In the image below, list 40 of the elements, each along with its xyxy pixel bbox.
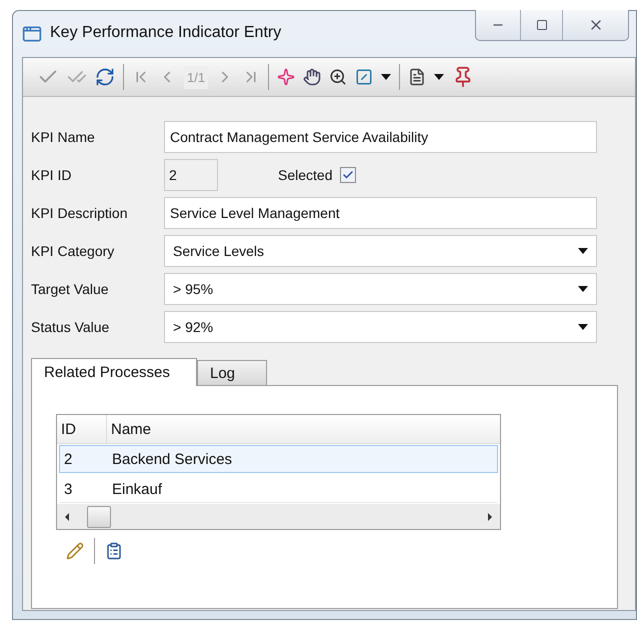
- dropdown-field[interactable]: Service Levels: [164, 235, 597, 267]
- hand-icon[interactable]: [303, 68, 322, 86]
- field-label: KPI ID: [31, 167, 72, 183]
- field-label: Status Value: [31, 319, 110, 335]
- field-label: KPI Name: [31, 129, 96, 145]
- pencil-icon[interactable]: [66, 542, 84, 560]
- field-label: KPI Category: [31, 243, 116, 259]
- window-icon: [22, 24, 42, 44]
- dropdown-field[interactable]: > 95%: [164, 273, 597, 305]
- column-header[interactable]: Name: [107, 420, 487, 438]
- horizontal-scrollbar[interactable]: [57, 504, 500, 529]
- maximize-icon: [536, 19, 548, 31]
- table-cell-text: 2: [63, 450, 74, 468]
- refresh-icon[interactable]: [95, 67, 115, 87]
- text-field[interactable]: Service Level Management: [164, 197, 597, 229]
- column-header[interactable]: ID: [57, 415, 107, 443]
- field-label: Target Value: [31, 281, 110, 297]
- field-label: KPI Description: [31, 205, 128, 221]
- document-icon[interactable]: [408, 68, 426, 86]
- table-row[interactable]: 2 Backend Services: [59, 445, 498, 473]
- text-field[interactable]: Contract Management Service Availability: [164, 121, 597, 153]
- window-title: Key Performance Indicator Entry: [50, 24, 282, 42]
- box-icon[interactable]: [355, 68, 374, 86]
- sparkle-icon[interactable]: [277, 68, 296, 86]
- checkbox-label: Selected: [278, 167, 332, 183]
- table-cell-text: 3: [63, 480, 74, 498]
- table-cell-text: Einkauf: [111, 480, 164, 498]
- tab[interactable]: Related Processes: [31, 358, 197, 386]
- page-indicator: 1/1: [184, 66, 208, 88]
- dropdown-field[interactable]: > 92%: [164, 311, 597, 343]
- dropdown-button[interactable]: [381, 74, 392, 80]
- table-row[interactable]: 3 Einkauf: [59, 475, 498, 503]
- id-field[interactable]: 2: [164, 159, 218, 191]
- clipboard-icon[interactable]: [105, 542, 123, 560]
- tab[interactable]: Log: [197, 360, 267, 385]
- check-icon: [342, 169, 354, 181]
- checkbox[interactable]: [340, 167, 356, 183]
- dropdown-button[interactable]: [434, 74, 444, 80]
- zoom-icon[interactable]: [329, 68, 348, 86]
- table-cell-text: Backend Services: [111, 450, 234, 468]
